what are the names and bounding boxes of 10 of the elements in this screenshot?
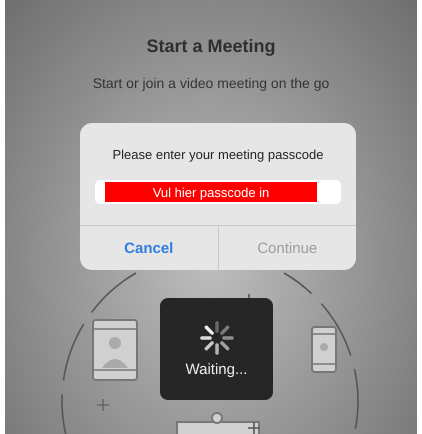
loading-label: Waiting...: [186, 360, 248, 378]
cancel-button[interactable]: Cancel: [80, 226, 218, 270]
dialog-message: Please enter your meeting passcode: [112, 147, 324, 162]
phone-icon: [311, 326, 337, 373]
tablet-icon: [92, 319, 138, 381]
redaction-overlay: Vul hier passcode in: [105, 182, 317, 202]
screen-subtitle: Start or join a video meeting on the go: [92, 75, 330, 91]
spinner-icon: [200, 320, 234, 354]
laptop-icon: [176, 412, 260, 434]
screen-title: Start a Meeting: [146, 36, 276, 57]
